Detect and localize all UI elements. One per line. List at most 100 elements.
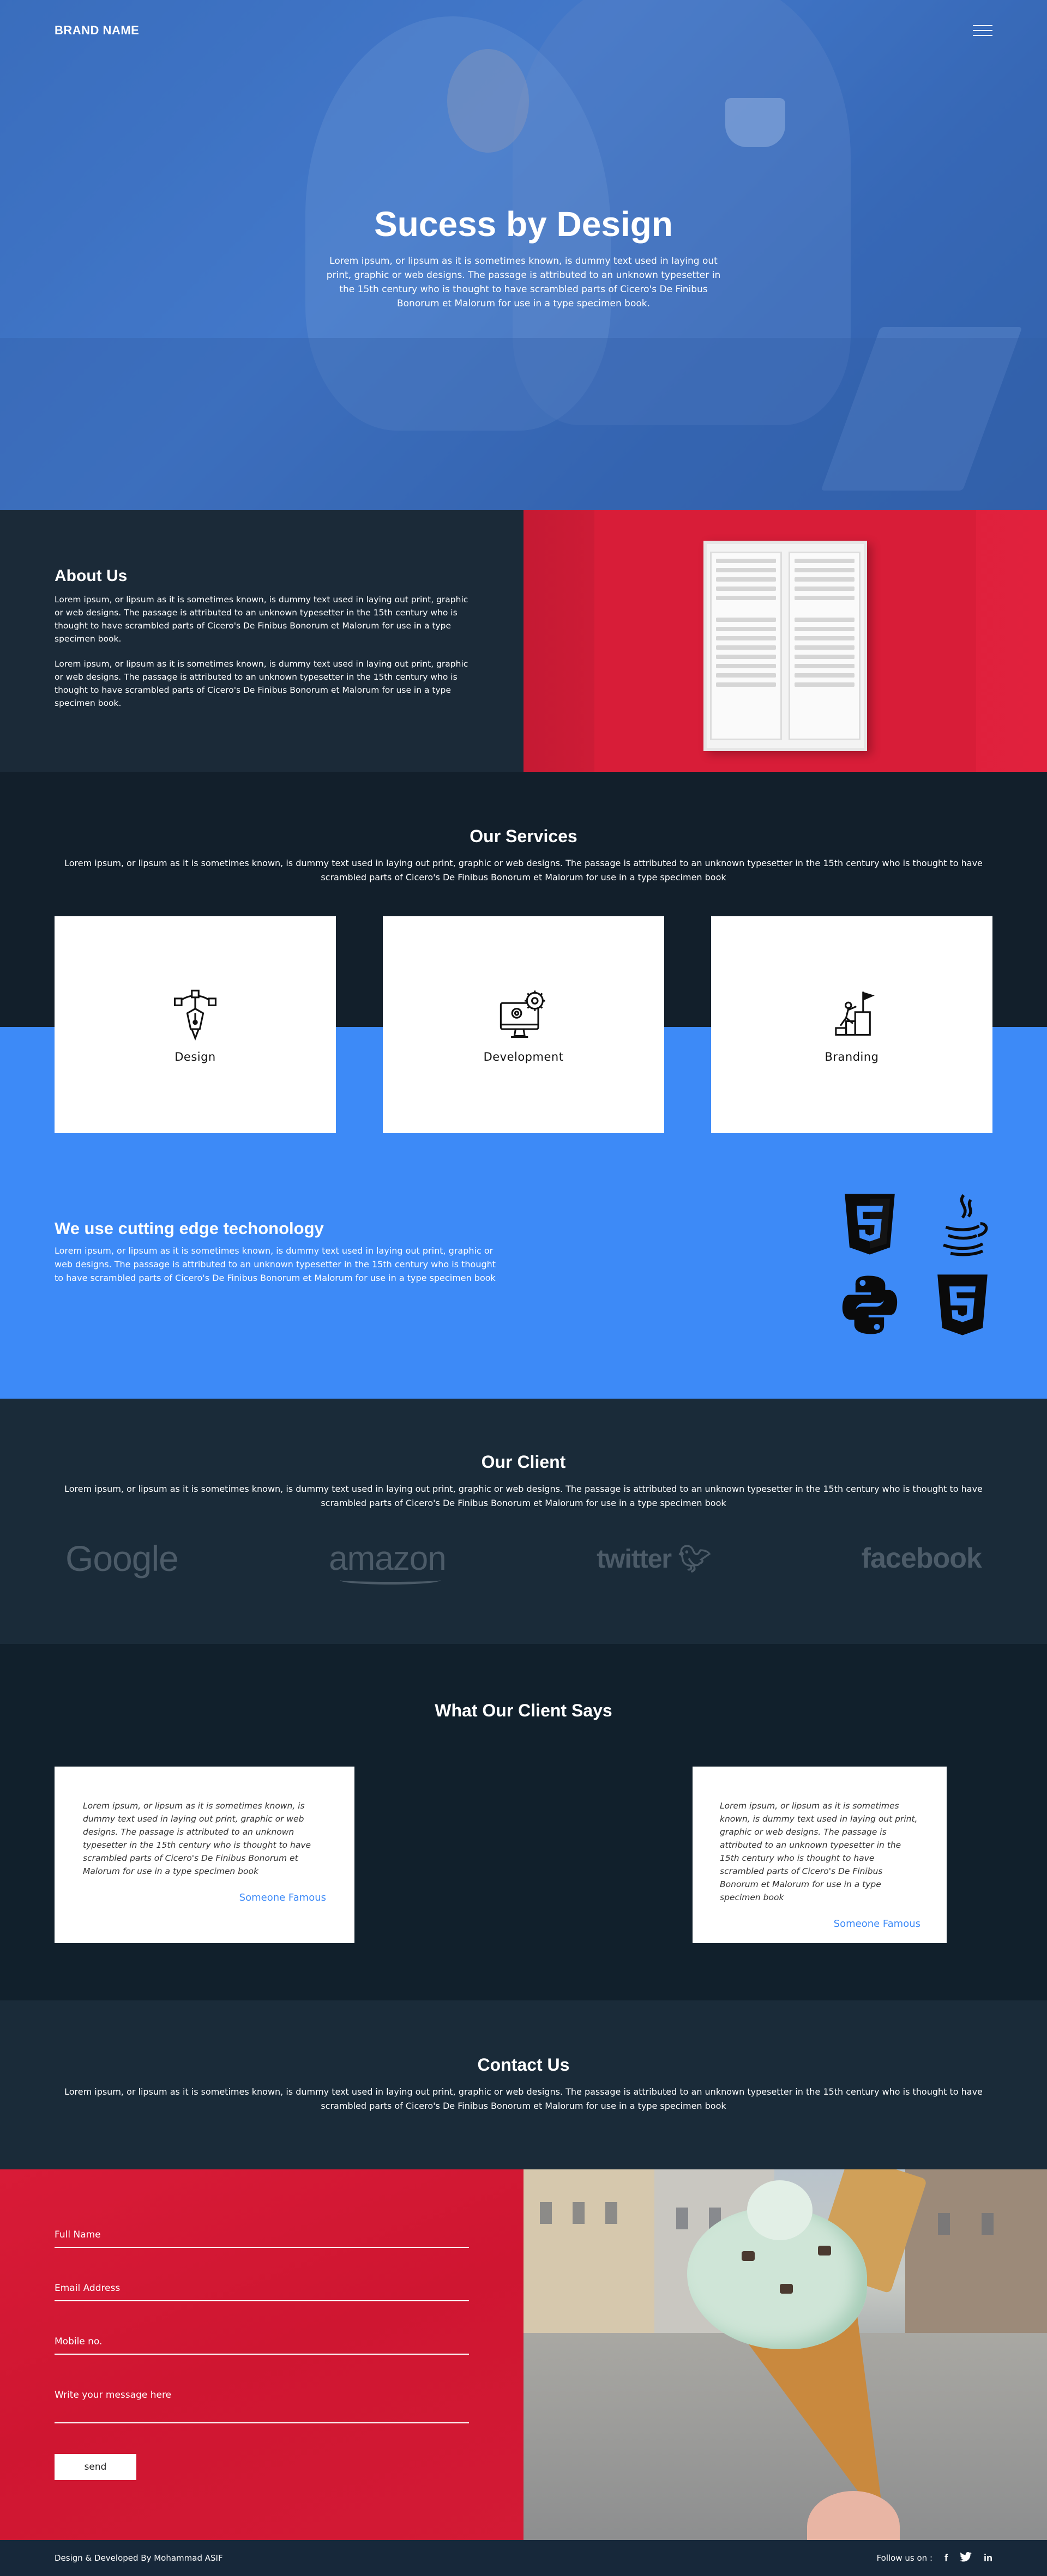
twitter-bird-icon: 🐦︎: [671, 1544, 711, 1574]
chocolate-chip: [818, 2246, 831, 2255]
amazon-smile-icon: [340, 1576, 441, 1585]
window: [676, 2208, 688, 2229]
tech-block: We use cutting edge techonology Lorem ip…: [55, 1164, 992, 1338]
clients-head: Our Client Lorem ipsum, or lipsum as it …: [0, 1399, 1047, 1510]
tech-title: We use cutting edge techonology: [55, 1219, 324, 1238]
chocolate-chip: [780, 2284, 793, 2294]
mobile-label: Mobile no.: [55, 2336, 103, 2347]
window: [938, 2213, 950, 2235]
email-field[interactable]: Email Address: [55, 2283, 469, 2301]
hamburger-line: [973, 30, 992, 31]
follow-label: Follow us on :: [876, 2553, 932, 2563]
service-card-branding[interactable]: Branding: [711, 916, 992, 1133]
building: [524, 2169, 654, 2333]
contact-title: Contact Us: [477, 2055, 570, 2075]
window: [982, 2213, 994, 2235]
message-field[interactable]: Write your message here: [55, 2390, 469, 2423]
monitor-gear-icon: [500, 990, 545, 1038]
contact-text: Lorem ipsum, or lipsum as it is sometime…: [64, 2087, 983, 2111]
tech-text: Lorem ipsum, or lipsum as it is sometime…: [55, 1245, 496, 1283]
about-paragraph-2: Lorem ipsum, or lipsum as it is sometime…: [55, 659, 468, 708]
full-name-underline: [55, 2247, 469, 2248]
message-underline: [55, 2422, 469, 2423]
twitter-icon[interactable]: [960, 2551, 972, 2565]
email-underline: [55, 2300, 469, 2301]
about-title: About Us: [55, 567, 128, 585]
ice-cream-scoop-top: [747, 2180, 813, 2240]
social-links: Follow us on : f in: [876, 2551, 992, 2565]
clients-text: Lorem ipsum, or lipsum as it is sometime…: [64, 1484, 983, 1508]
footer: Design & Developed By Mohammad ASIF Foll…: [0, 2540, 1047, 2576]
html5-icon: 5: [845, 1194, 895, 1255]
mobile-underline: [55, 2354, 469, 2355]
hero-text: Lorem ipsum, or lipsum as it is sometime…: [326, 256, 721, 309]
mobile-field[interactable]: Mobile no.: [55, 2336, 469, 2355]
tech-icons: 5 3: [840, 1192, 992, 1338]
hamburger-line: [973, 25, 992, 26]
clients-section: Our Client Lorem ipsum, or lipsum as it …: [0, 1399, 1047, 1644]
testimonial-card: Lorem ipsum, or lipsum as it is sometime…: [55, 1767, 354, 1943]
amazon-logo: amazon: [329, 1539, 447, 1585]
full-name-field[interactable]: Full Name: [55, 2229, 469, 2248]
building: [905, 2169, 1047, 2333]
tech-content: We use cutting edge techonology Lorem ip…: [55, 1164, 496, 1285]
facebook-logo: facebook: [861, 1543, 982, 1574]
about-content: About Us Lorem ipsum, or lipsum as it is…: [0, 510, 524, 772]
shutter-leaf-right: [789, 552, 861, 740]
chocolate-chip: [742, 2251, 755, 2261]
services-title: Our Services: [470, 826, 577, 846]
window-shutter: [703, 541, 867, 751]
window: [573, 2202, 585, 2224]
contact-form: Full Name Email Address Mobile no. Write…: [0, 2169, 524, 2540]
amazon-logo-text: amazon: [329, 1539, 447, 1577]
shutter-leaf-left: [710, 552, 782, 740]
brand-logo[interactable]: BRAND NAME: [55, 23, 139, 38]
testimonials-head: What Our Client Says: [0, 1644, 1047, 1721]
footer-credit: Design & Developed By Mohammad ASIF: [55, 2553, 223, 2563]
client-logos: Google amazon twitter 🐦︎ facebook: [0, 1510, 1047, 1585]
testimonial-quote: Lorem ipsum, or lipsum as it is sometime…: [83, 1801, 311, 1876]
service-label-branding: Branding: [825, 1050, 879, 1063]
hero-content: Sucess by Design Lorem ipsum, or lipsum …: [0, 204, 1047, 311]
full-name-label: Full Name: [55, 2229, 101, 2240]
service-label-development: Development: [483, 1050, 564, 1063]
email-label: Email Address: [55, 2283, 121, 2294]
hamburger-line: [973, 35, 992, 36]
services-section: Our Services Lorem ipsum, or lipsum as i…: [0, 772, 1047, 1399]
service-card-design[interactable]: Design: [55, 916, 336, 1133]
services-head: Our Services Lorem ipsum, or lipsum as i…: [0, 772, 1047, 885]
service-cards: Design Development Branding: [55, 916, 992, 1133]
window: [605, 2202, 617, 2224]
service-card-development[interactable]: Development: [383, 916, 664, 1133]
ice-cream-image: [524, 2169, 1047, 2540]
pen-tool-icon: [174, 989, 216, 1041]
hero-title: Sucess by Design: [374, 204, 673, 244]
about-section: About Us Lorem ipsum, or lipsum as it is…: [0, 510, 1047, 772]
window: [540, 2202, 552, 2224]
service-label-design: Design: [174, 1050, 216, 1063]
linkedin-icon[interactable]: in: [984, 2553, 992, 2564]
clients-title: Our Client: [481, 1452, 566, 1472]
services-text: Lorem ipsum, or lipsum as it is sometime…: [64, 858, 983, 882]
facebook-icon[interactable]: f: [944, 2553, 948, 2564]
contact-head: Contact Us Lorem ipsum, or lipsum as it …: [0, 2000, 1047, 2113]
navbar: BRAND NAME: [0, 0, 1047, 61]
testimonial-author[interactable]: Someone Famous: [720, 1918, 920, 1930]
hamburger-menu-icon[interactable]: [973, 23, 992, 38]
testimonial-author[interactable]: Someone Famous: [83, 1892, 326, 1903]
python-icon: [842, 1275, 898, 1334]
message-label: Write your message here: [55, 2390, 172, 2400]
contact-section: Contact Us Lorem ipsum, or lipsum as it …: [0, 2000, 1047, 2169]
about-paragraph-1: Lorem ipsum, or lipsum as it is sometime…: [55, 595, 468, 644]
testimonial-quote: Lorem ipsum, or lipsum as it is sometime…: [720, 1801, 918, 1902]
contact-form-section: Full Name Email Address Mobile no. Write…: [0, 2169, 1047, 2540]
send-button[interactable]: send: [55, 2454, 136, 2480]
testimonial-card: Lorem ipsum, or lipsum as it is sometime…: [693, 1767, 947, 1943]
flag-summit-icon: [835, 991, 875, 1036]
twitter-logo: twitter 🐦︎: [597, 1543, 711, 1574]
about-image: [524, 510, 1047, 772]
testimonials-title: What Our Client Says: [435, 1701, 612, 1720]
google-logo: Google: [65, 1538, 179, 1579]
twitter-logo-text: twitter: [597, 1544, 672, 1574]
hero-section: BRAND NAME Sucess by Design Lorem ipsum,…: [0, 0, 1047, 510]
